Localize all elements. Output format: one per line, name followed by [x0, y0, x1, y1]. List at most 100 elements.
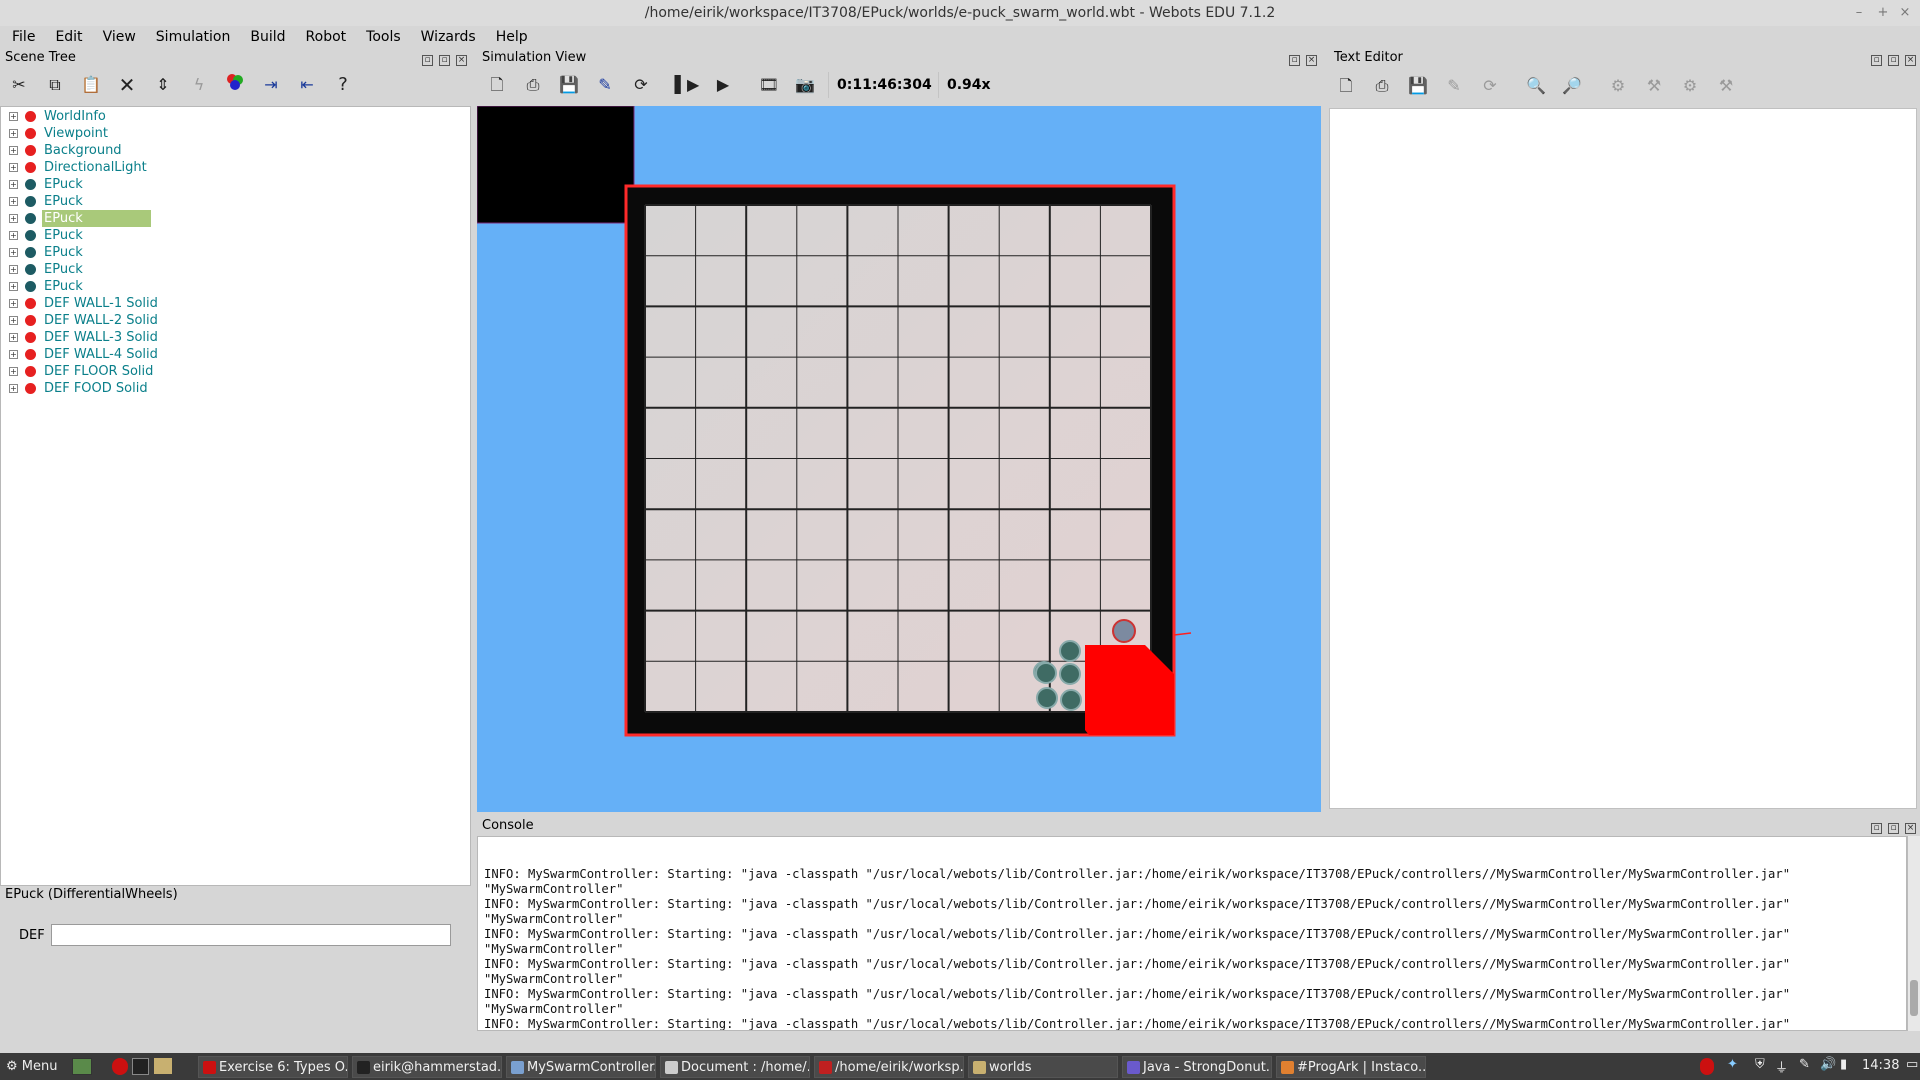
dock-float-icon[interactable]: ▫ — [422, 55, 433, 66]
expand-icon[interactable]: + — [9, 299, 18, 308]
copy-icon[interactable]: ⧉ — [42, 72, 68, 98]
show-desktop-icon[interactable] — [72, 1058, 92, 1075]
expand-icon[interactable]: + — [9, 384, 18, 393]
dock-maximize-icon[interactable]: ▫ — [1888, 823, 1899, 834]
add-node-icon[interactable] — [222, 72, 248, 98]
taskbar-window-button[interactable]: #ProgArk | Instaco... — [1276, 1056, 1426, 1078]
replace-icon[interactable]: 🔎 — [1559, 73, 1585, 99]
scene-tree-node[interactable]: + DEF FLOOR Solid — [1, 363, 470, 380]
scene-tree-node[interactable]: + DEF WALL-4 Solid — [1, 346, 470, 363]
delete-icon[interactable]: ✕ — [114, 72, 140, 98]
scene-tree-node[interactable]: + EPuck — [1, 278, 470, 295]
console-scrollbar[interactable] — [1907, 836, 1920, 1031]
dock-close-icon[interactable]: × — [1905, 55, 1916, 66]
taskbar-window-button[interactable]: worlds — [968, 1056, 1118, 1078]
expand-icon[interactable]: + — [9, 146, 18, 155]
save-file-icon[interactable]: 💾 — [1405, 73, 1431, 99]
menu-simulation[interactable]: Simulation — [146, 26, 241, 48]
expand-icon[interactable]: + — [9, 282, 18, 291]
terminal-launcher-icon[interactable] — [132, 1058, 149, 1075]
menu-file[interactable]: File — [0, 26, 45, 48]
files-launcher-icon[interactable] — [154, 1058, 172, 1074]
battery-tray-icon[interactable]: ▮ — [1840, 1057, 1847, 1072]
console-output[interactable]: INFO: MySwarmController: Starting: "java… — [477, 836, 1907, 1031]
volume-tray-icon[interactable]: 🔊 — [1820, 1057, 1836, 1072]
menu-robot[interactable]: Robot — [296, 26, 357, 48]
dock-float-icon[interactable]: ▫ — [1871, 55, 1882, 66]
scene-tree-node[interactable]: + DEF FOOD Solid — [1, 380, 470, 397]
dock-maximize-icon[interactable]: ▫ — [1289, 55, 1300, 66]
taskbar-window-button[interactable]: Exercise 6: Types O... — [198, 1056, 348, 1078]
expand-icon[interactable]: + — [9, 214, 18, 223]
notification-tray-icon[interactable]: ▭ — [1906, 1057, 1918, 1072]
expand-icon[interactable]: + — [9, 112, 18, 121]
dropbox-tray-icon[interactable]: ✦ — [1727, 1057, 1738, 1072]
export-icon[interactable]: ⇤ — [294, 72, 320, 98]
shield-tray-icon[interactable]: ⛨ — [1755, 1057, 1765, 1072]
edit-icon[interactable]: ✎ — [592, 72, 618, 98]
menu-edit[interactable]: Edit — [45, 26, 92, 48]
dock-close-icon[interactable]: × — [456, 55, 467, 66]
make-icon[interactable]: ⚙ — [1677, 73, 1703, 99]
cut-icon[interactable]: ✂ — [6, 72, 32, 98]
menu-view[interactable]: View — [93, 26, 146, 48]
expand-icon[interactable]: + — [9, 197, 18, 206]
import-icon[interactable]: ⇥ — [258, 72, 284, 98]
scene-tree-node[interactable]: + EPuck — [1, 244, 470, 261]
menu-build[interactable]: Build — [240, 26, 295, 48]
open-world-icon[interactable]: ⎙ — [520, 72, 546, 98]
screenshot-icon[interactable]: 📷 — [792, 72, 818, 98]
scene-tree-node[interactable]: + EPuck — [1, 227, 470, 244]
taskbar-window-button[interactable]: MySwarmController... — [506, 1056, 656, 1078]
scene-tree-node[interactable]: + DEF WALL-2 Solid — [1, 312, 470, 329]
taskbar-window-button[interactable]: /home/eirik/worksp... — [814, 1056, 964, 1078]
step-icon[interactable]: ▌▶ — [674, 72, 700, 98]
paste-icon[interactable]: 📋 — [78, 72, 104, 98]
reload-icon[interactable]: ⟳ — [628, 72, 654, 98]
new-file-icon[interactable]: 🗋 — [1333, 73, 1359, 99]
scene-tree-node[interactable]: + DEF WALL-1 Solid — [1, 295, 470, 312]
broom-icon[interactable]: ⚒ — [1713, 73, 1739, 99]
new-world-icon[interactable]: 🗋 — [484, 72, 510, 98]
reset-value-icon[interactable]: ⇕ — [150, 72, 176, 98]
scene-tree-node[interactable]: + EPuck — [1, 261, 470, 278]
build-icon[interactable]: ⚙ — [1605, 73, 1631, 99]
expand-icon[interactable]: + — [9, 316, 18, 325]
menu-wizards[interactable]: Wizards — [411, 26, 486, 48]
expand-icon[interactable]: + — [9, 350, 18, 359]
taskbar-window-button[interactable]: Document : /home/... — [660, 1056, 810, 1078]
dock-close-icon[interactable]: × — [1905, 823, 1916, 834]
pen-tray-icon[interactable]: ✎ — [1799, 1057, 1810, 1072]
console-scroll-thumb[interactable] — [1910, 980, 1918, 1016]
help-icon[interactable]: ? — [330, 72, 356, 98]
network-tray-icon[interactable]: ⏚ — [1775, 1057, 1788, 1076]
start-menu-button[interactable]: ⚙ Menu — [6, 1057, 58, 1077]
dock-maximize-icon[interactable]: ▫ — [439, 55, 450, 66]
expand-icon[interactable]: + — [9, 333, 18, 342]
clock[interactable]: 14:38 — [1862, 1058, 1899, 1073]
minimize-icon[interactable]: – — [1848, 0, 1870, 26]
maximize-icon[interactable]: + — [1872, 0, 1894, 26]
open-file-icon[interactable]: ⎙ — [1369, 73, 1395, 99]
scene-tree-node[interactable]: + DEF WALL-3 Solid — [1, 329, 470, 346]
scene-tree-node[interactable]: + Viewpoint — [1, 125, 470, 142]
record-movie-icon[interactable]: 🎞 — [756, 72, 782, 98]
def-field[interactable] — [51, 924, 451, 946]
scene-tree[interactable]: + WorldInfo + Viewpoint + Background + Directio… — [0, 106, 471, 886]
clean-icon[interactable]: ⚒ — [1641, 73, 1667, 99]
scene-tree-node[interactable]: + DirectionalLight — [1, 159, 470, 176]
expand-icon[interactable]: + — [9, 248, 18, 257]
opera-launcher-icon[interactable] — [112, 1058, 128, 1075]
text-editor-area[interactable] — [1329, 108, 1917, 809]
run-icon[interactable]: ▶ — [710, 72, 736, 98]
expand-icon[interactable]: + — [9, 129, 18, 138]
opera-tray-icon[interactable] — [1700, 1058, 1714, 1075]
scene-tree-node[interactable]: + EPuck — [1, 176, 470, 193]
transform-icon[interactable]: ϟ — [186, 72, 212, 98]
taskbar-window-button[interactable]: eirik@hammerstad... — [352, 1056, 502, 1078]
scene-tree-node[interactable]: + Background — [1, 142, 470, 159]
dock-close-icon[interactable]: × — [1306, 55, 1317, 66]
expand-icon[interactable]: + — [9, 367, 18, 376]
revert-icon[interactable]: ⟳ — [1477, 73, 1503, 99]
3d-simulation-canvas[interactable] — [477, 106, 1321, 812]
